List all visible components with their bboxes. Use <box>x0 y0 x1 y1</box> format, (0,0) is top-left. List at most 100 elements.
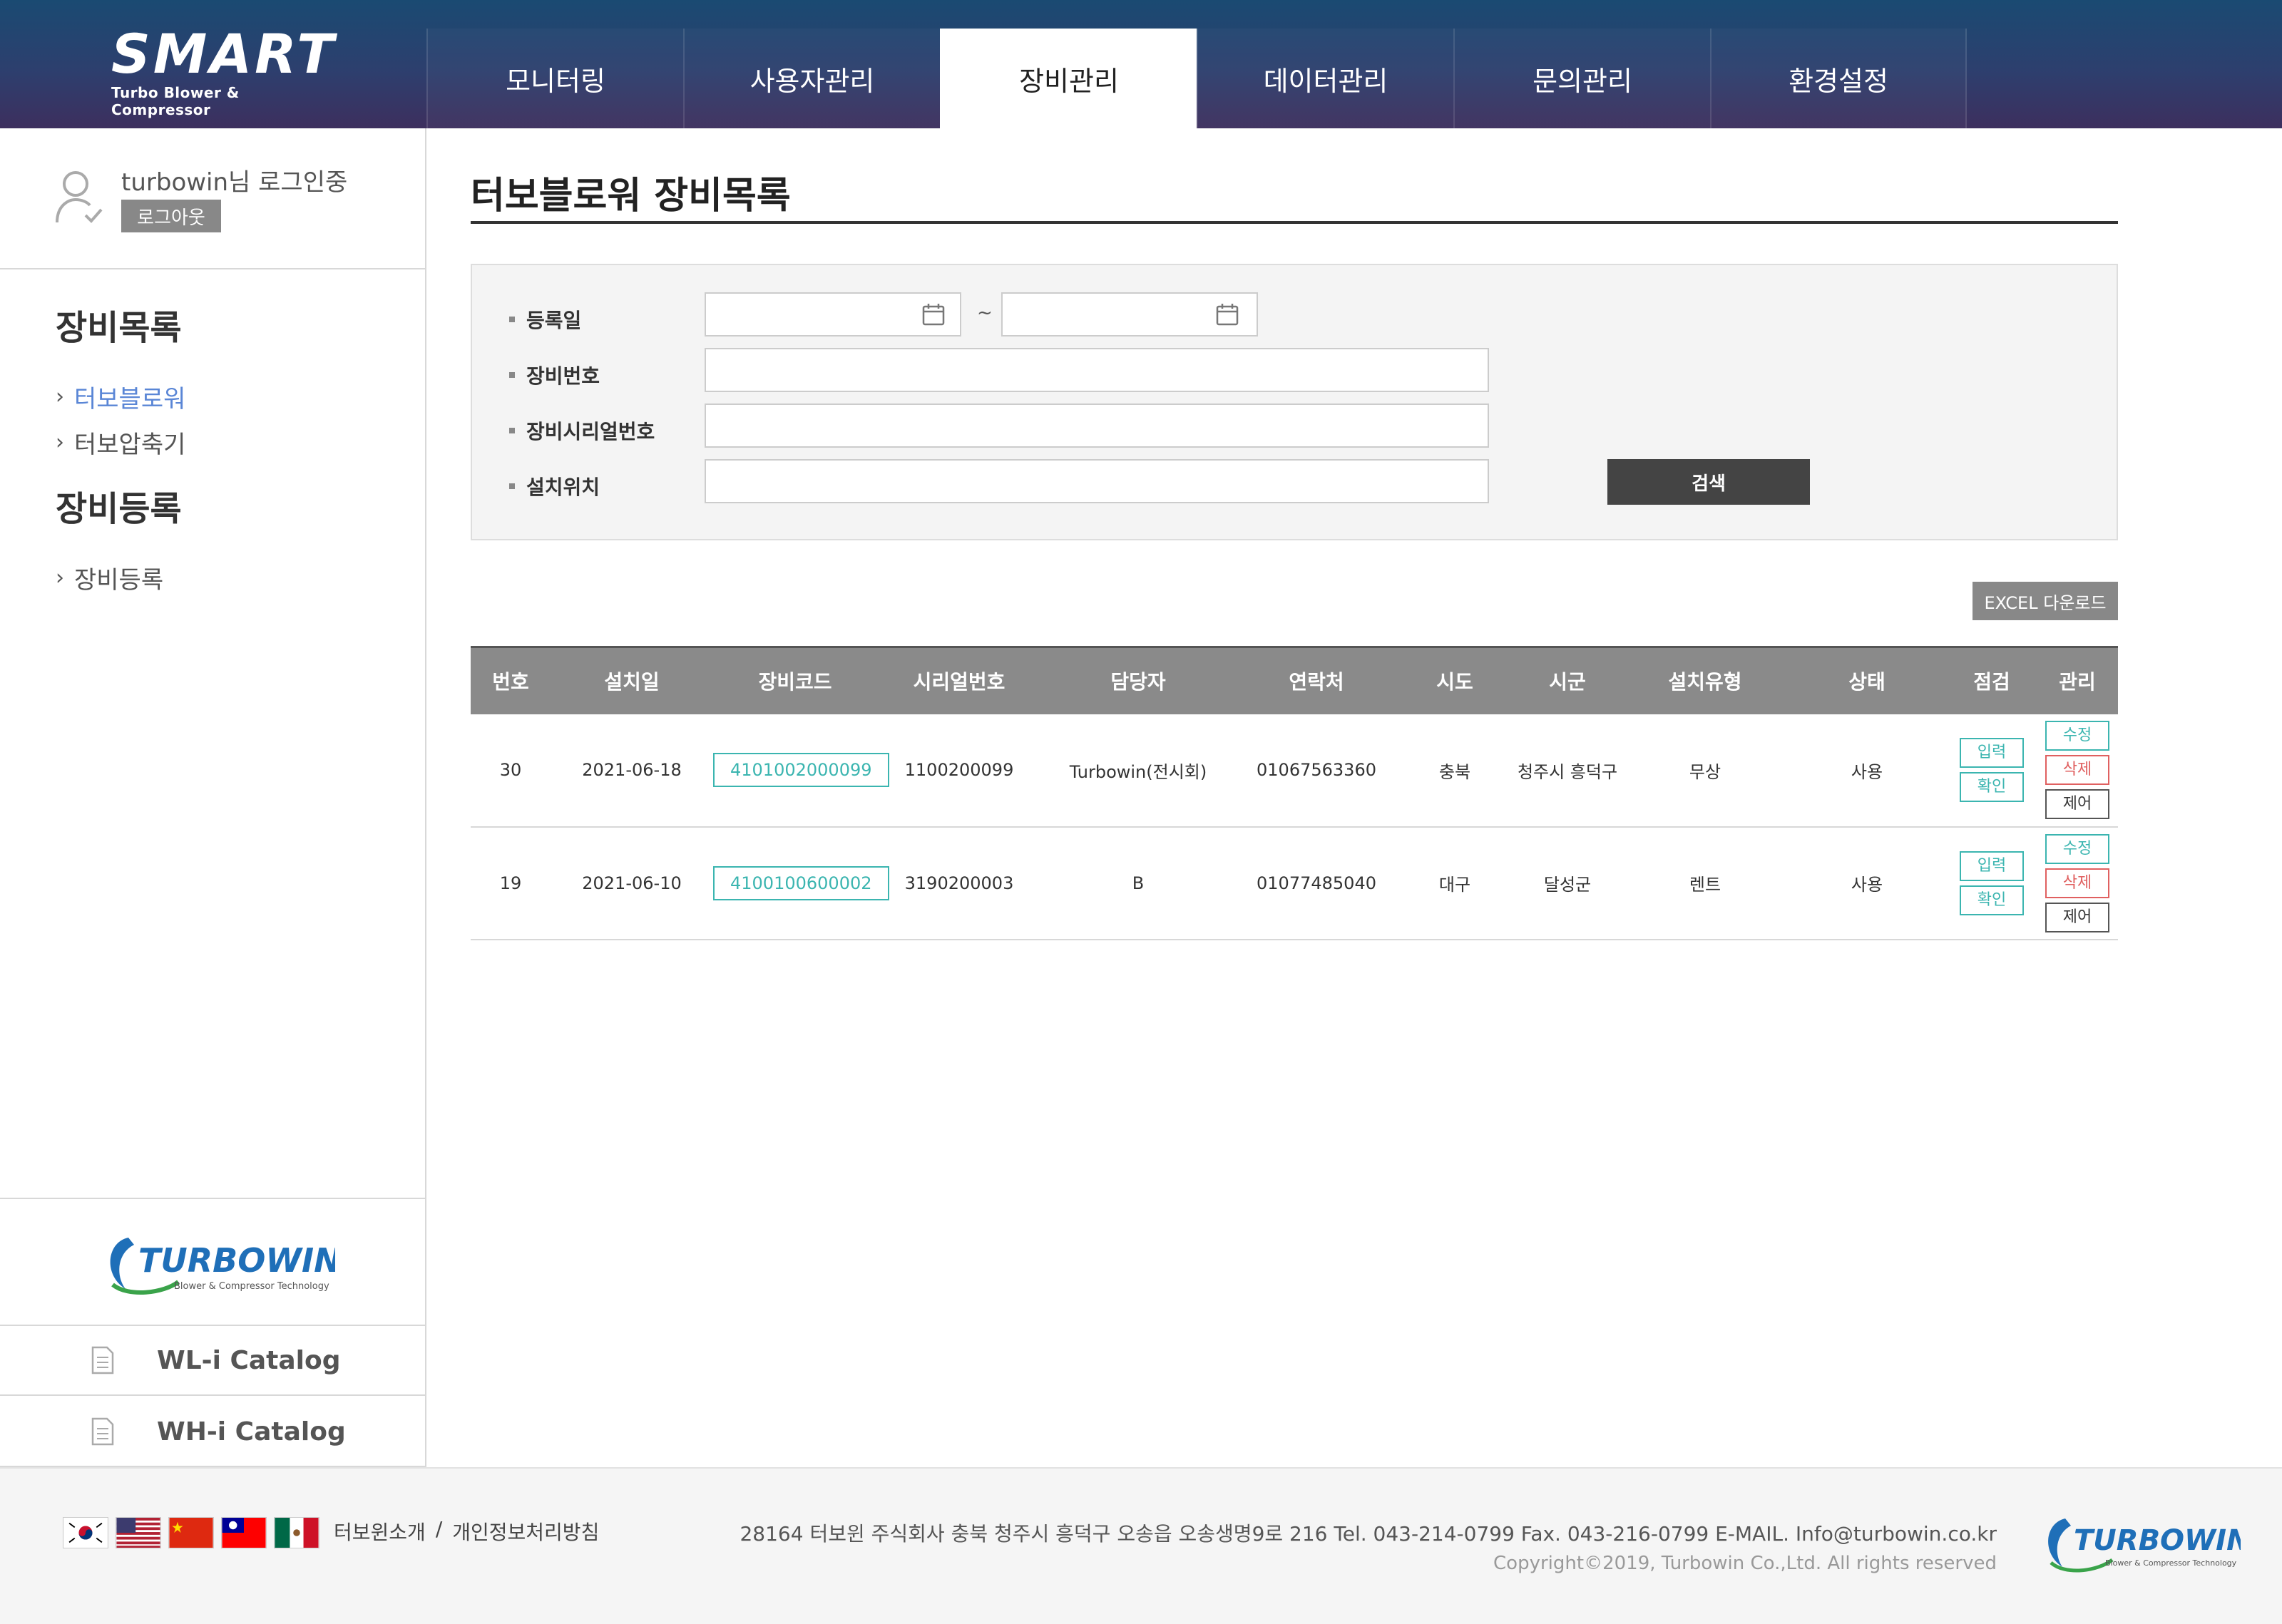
inspect-check-button[interactable]: 확인 <box>1960 885 2024 915</box>
nav-equipment-management[interactable]: 장비관리 <box>940 29 1197 128</box>
cell-install-date: 2021-06-10 <box>582 873 682 893</box>
catalog-label: WL-i Catalog <box>157 1345 341 1375</box>
chevron-right-icon: › <box>56 430 64 455</box>
col-header-manager: 담당자 <box>1110 670 1166 694</box>
turbowin-logo-tagline: Blower & Compressor Technology <box>174 1281 329 1292</box>
cell-no: 30 <box>499 760 522 780</box>
usa-flag-icon[interactable] <box>116 1517 161 1548</box>
taiwan-flag-icon[interactable] <box>221 1517 267 1548</box>
sidebar-item-equipment-register[interactable]: › 장비등록 <box>56 560 163 595</box>
location-input[interactable] <box>705 459 1489 503</box>
control-button[interactable]: 제어 <box>2045 902 2109 932</box>
cell-sigun: 청주시 흥덕구 <box>1517 761 1618 782</box>
edit-button[interactable]: 수정 <box>2045 721 2109 751</box>
equip-no-label: 장비번호 <box>509 361 600 389</box>
inspect-input-button[interactable]: 입력 <box>1960 738 2024 768</box>
cell-sido: 대구 <box>1438 875 1471 895</box>
cell-phone: 01067563360 <box>1257 760 1376 780</box>
catalog-link-wl-i[interactable]: WL-i Catalog <box>0 1326 425 1396</box>
user-box: turbowin님 로그인중 로그아웃 <box>0 128 425 269</box>
equipment-code-link[interactable]: 4100100600002 <box>713 865 889 900</box>
cell-sigun: 달성군 <box>1543 875 1592 895</box>
sidebar: turbowin님 로그인중 로그아웃 장비목록 › 터보블로워 › 터보압축기… <box>0 128 426 1467</box>
footer-link-about[interactable]: 터보윈소개 <box>334 1517 426 1546</box>
search-button[interactable]: 검색 <box>1607 459 1810 505</box>
turbowin-sidebar-logo-box: TURBOWIN Blower & Compressor Technology <box>0 1198 425 1326</box>
footer-link-privacy[interactable]: 개인정보처리방침 <box>452 1517 599 1546</box>
nav-data-management[interactable]: 데이터관리 <box>1197 29 1453 128</box>
calendar-icon[interactable] <box>1215 302 1239 327</box>
main-nav: 모니터링 사용자관리 장비관리 데이터관리 문의관리 환경설정 <box>426 29 1967 128</box>
reg-date-label: 등록일 <box>509 305 581 334</box>
col-header-code: 장비코드 <box>758 670 832 694</box>
equipment-code-link[interactable]: 4101002000099 <box>713 753 889 787</box>
mexico-flag-icon[interactable] <box>274 1517 319 1548</box>
sidebar-item-turbo-blower[interactable]: › 터보블로워 <box>56 379 185 414</box>
sidebar-item-turbo-compressor[interactable]: › 터보압축기 <box>56 425 185 460</box>
nav-settings[interactable]: 환경설정 <box>1710 29 1967 128</box>
cell-code: 4100100600002 <box>713 827 889 940</box>
footer-logo-text: TURBOWIN <box>2074 1524 2241 1557</box>
chevron-right-icon: › <box>56 565 64 590</box>
col-header-install-type: 설치유형 <box>1668 670 1742 694</box>
inspect-check-button[interactable]: 확인 <box>1960 772 2024 802</box>
nav-user-management[interactable]: 사용자관리 <box>683 29 940 128</box>
korea-flag-icon[interactable] <box>63 1517 108 1548</box>
col-header-manage: 관리 <box>2059 670 2096 694</box>
nav-inquiry-management[interactable]: 문의관리 <box>1453 29 1710 128</box>
footer-copyright: Copyright©2019, Turbowin Co.,Ltd. All ri… <box>1493 1553 1997 1574</box>
logout-button[interactable]: 로그아웃 <box>121 200 221 232</box>
logo-mark: SMART <box>111 22 337 86</box>
nav-monitoring[interactable]: 모니터링 <box>426 29 683 128</box>
edit-button[interactable]: 수정 <box>2045 833 2109 864</box>
delete-button[interactable]: 삭제 <box>2045 755 2109 785</box>
col-header-no: 번호 <box>492 670 529 694</box>
cell-sido: 충북 <box>1438 761 1471 782</box>
inspect-input-button[interactable]: 입력 <box>1960 850 2024 881</box>
logo-subtitle: Turbo Blower & Compressor <box>111 84 240 118</box>
top-header: SMART Turbo Blower & Compressor 모니터링 사용자… <box>0 0 2282 128</box>
calendar-icon[interactable] <box>921 302 946 327</box>
page-title: 터보블로워 장비목록 <box>471 175 791 217</box>
equip-no-input[interactable] <box>705 348 1489 392</box>
menu-heading-equipment-register: 장비등록 <box>56 489 182 529</box>
control-button[interactable]: 제어 <box>2045 789 2109 819</box>
smart-logo[interactable]: SMART Turbo Blower & Compressor <box>111 22 339 119</box>
footer: 터보윈소개 / 개인정보처리방침 28164 터보윈 주식회사 충북 청주시 흥… <box>0 1467 2282 1624</box>
serial-no-input[interactable] <box>705 404 1489 448</box>
catalog-label: WH-i Catalog <box>157 1417 346 1446</box>
delete-button[interactable]: 삭제 <box>2045 868 2109 898</box>
cell-code: 4101002000099 <box>713 714 889 827</box>
turbowin-logo[interactable]: TURBOWIN Blower & Compressor Technology <box>100 1232 335 1297</box>
china-flag-icon[interactable] <box>168 1517 214 1548</box>
search-panel: 등록일 ~ 장비번호 장비시리얼번호 설치위치 검색 <box>471 264 2118 540</box>
equipment-table: 번호 설치일 장비코드 시리얼번호 담당자 연락처 시도 시군 설치유형 상태 … <box>471 646 2118 940</box>
sidebar-item-label: 터보압축기 <box>74 431 186 459</box>
serial-no-label-text: 장비시리얼번호 <box>526 420 655 443</box>
footer-links: 터보윈소개 / 개인정보처리방침 <box>334 1517 599 1546</box>
cell-install-type: 렌트 <box>1689 875 1721 895</box>
cell-status: 사용 <box>1851 875 1883 895</box>
cell-no: 19 <box>499 873 522 893</box>
col-header-sigun: 시군 <box>1549 670 1586 694</box>
cell-manage: 수정 삭제 제어 <box>2037 827 2118 940</box>
cell-inspect: 입력 확인 <box>1947 827 2037 940</box>
user-check-icon <box>56 171 103 223</box>
cell-install-date: 2021-06-18 <box>582 760 682 780</box>
serial-no-label: 장비시리얼번호 <box>509 416 655 445</box>
excel-download-button[interactable]: EXCEL 다운로드 <box>1973 582 2118 620</box>
location-label: 설치위치 <box>509 472 600 500</box>
footer-link-separator: / <box>435 1517 443 1541</box>
turbowin-footer-logo[interactable]: TURBOWIN Blower & Compressor Technology <box>2041 1514 2241 1574</box>
location-label-text: 설치위치 <box>526 476 600 499</box>
equip-no-label-text: 장비번호 <box>526 364 600 388</box>
cell-manage: 수정 삭제 제어 <box>2037 714 2118 827</box>
login-status: turbowin님 로그인중 <box>121 168 348 197</box>
catalog-link-wh-i[interactable]: WH-i Catalog <box>0 1397 425 1467</box>
bullet-square-icon <box>509 483 515 489</box>
sidebar-item-label: 장비등록 <box>74 566 164 595</box>
date-range-separator: ~ <box>977 302 993 324</box>
cell-status: 사용 <box>1851 761 1883 782</box>
chevron-right-icon: › <box>56 384 64 409</box>
cell-inspect: 입력 확인 <box>1947 714 2037 827</box>
